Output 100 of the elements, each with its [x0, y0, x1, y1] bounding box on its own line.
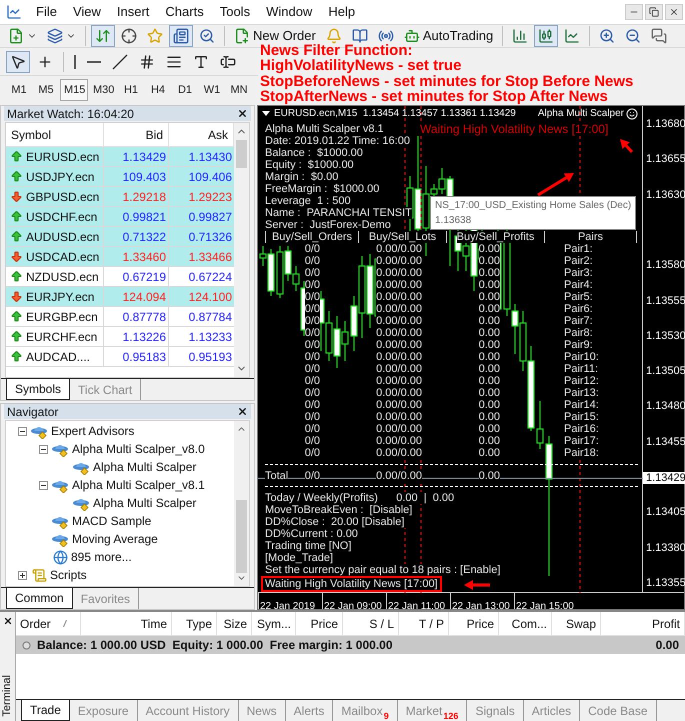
star-icon — [147, 28, 163, 44]
column-header[interactable]: Type — [172, 612, 217, 635]
tree-item[interactable]: Alpha Multi Scalper — [93, 494, 196, 512]
column-header[interactable]: Price — [296, 612, 343, 635]
menu-item[interactable]: Charts — [157, 2, 212, 22]
ask-price: 0.87784 — [188, 308, 232, 326]
column-header[interactable]: Profit — [601, 612, 685, 635]
menu-item[interactable]: Insert — [108, 2, 158, 22]
tree-item[interactable]: 895 more... — [71, 548, 132, 566]
scrollbar[interactable] — [234, 123, 249, 377]
minimize-button[interactable] — [625, 4, 643, 20]
symbol-row[interactable]: USDCHF.ecn 0.99821 0.99827 — [6, 207, 234, 227]
timeframe-button[interactable]: M15 — [60, 79, 88, 101]
symbol-row[interactable]: USDCAD.ecn 1.33460 1.33466 — [6, 247, 234, 267]
tab[interactable]: Trade — [21, 700, 70, 721]
table-cell: 0.00/0.00 — [376, 327, 422, 339]
menu-item[interactable]: Window — [258, 2, 320, 22]
column-header[interactable]: Price — [449, 612, 499, 635]
timeframe-button[interactable]: H4 — [145, 79, 171, 101]
symbol-name: AUDUSD.ecn — [26, 228, 100, 246]
symbol-row[interactable]: AUDCAD.... 0.95183 0.95193 — [6, 347, 234, 367]
tab[interactable]: Common — [6, 588, 73, 609]
menu-item[interactable]: View — [64, 2, 109, 22]
toolbar-button[interactable] — [6, 50, 30, 72]
current-price-label: 1.13429 — [643, 472, 685, 484]
table-cell: 0.00 — [478, 339, 500, 351]
ask-price: 1.13233 — [188, 328, 232, 346]
column-header: Buy/Sell_Orders — [272, 231, 352, 243]
tree-item[interactable]: Alpha Multi Scalper_v8.0 — [72, 440, 205, 458]
column-header[interactable]: Time — [81, 612, 172, 635]
ask-price: 1.13430 — [188, 148, 232, 166]
tree-item[interactable]: MACD Sample — [72, 512, 152, 530]
close-icon[interactable] — [237, 108, 248, 119]
tree-item[interactable]: Alpha Multi Scalper — [93, 458, 196, 476]
collapse-toggle[interactable] — [39, 480, 48, 490]
column-header[interactable]: T / P — [399, 612, 449, 635]
column-header[interactable]: Swap — [552, 612, 601, 635]
column-header[interactable]: Size — [217, 612, 252, 635]
table-cell: Pair6: — [564, 303, 593, 315]
table-cell: 0/0 — [304, 423, 320, 435]
timeframe-button[interactable]: H1 — [118, 79, 144, 101]
collapse-toggle[interactable] — [39, 444, 48, 454]
status-text: Set the currency pair equal to 18 pairs : [Enable] — [263, 564, 502, 576]
timeframe-button[interactable]: W1 — [199, 79, 225, 101]
expand-toggle[interactable] — [18, 570, 27, 580]
timeframe-button[interactable]: M1 — [6, 79, 32, 101]
collapse-toggle[interactable] — [18, 426, 27, 436]
tab[interactable]: Symbols — [6, 379, 70, 400]
restore-button[interactable] — [645, 4, 663, 20]
symbol-row[interactable]: EURGBP.ecn 0.87778 0.87784 — [6, 307, 234, 327]
symbol-row[interactable]: USDJPY.ecn 109.403 109.406 — [6, 167, 234, 187]
table-cell: 0.00/0.00 — [376, 339, 422, 351]
table-cell: 0.00/0.00 — [376, 411, 422, 423]
menu-item[interactable]: Help — [320, 2, 364, 22]
globe-icon — [53, 550, 68, 564]
timeframe-button[interactable]: D1 — [172, 79, 198, 101]
price-label: 1.13505 — [646, 365, 685, 378]
tree-item[interactable]: Scripts — [50, 566, 87, 584]
table-cell: 0.00/0.00 — [376, 387, 422, 399]
scrollbar-thumb[interactable] — [236, 500, 247, 573]
table-cell: 0.00 — [478, 315, 500, 327]
scrollbar[interactable] — [234, 421, 249, 586]
table-cell: 0.00/0.00 — [376, 399, 422, 411]
book-icon — [352, 28, 368, 44]
column-header[interactable]: Symbol — [6, 123, 104, 146]
symbol-name: USDJPY.ecn — [26, 168, 94, 186]
symbol-row[interactable]: EURCHF.ecn 1.13226 1.13233 — [6, 327, 234, 347]
table-cell: Pair13: — [564, 387, 599, 399]
menu-item[interactable]: Tools — [212, 2, 258, 22]
ask-price: 0.67224 — [188, 268, 232, 286]
column-header[interactable]: Order — [16, 612, 81, 635]
symbol-row[interactable]: EURUSD.ecn 1.13429 1.13430 — [6, 147, 234, 167]
symbol-row[interactable]: AUDUSD.ecn 0.71322 0.71326 — [6, 227, 234, 247]
ask-price: 1.29223 — [188, 188, 232, 206]
table-cell: Pair18: — [564, 447, 599, 459]
tree-item[interactable]: Alpha Multi Scalper_v8.1 — [72, 476, 205, 494]
symbol-row[interactable]: EURJPY.ecn 124.094 124.100 — [6, 287, 234, 307]
radio-icon — [378, 28, 394, 44]
table-cell: 0/0 — [304, 470, 320, 482]
close-icon[interactable] — [2, 616, 12, 626]
tree-item[interactable]: Expert Advisors — [51, 422, 134, 440]
close-icon[interactable] — [237, 406, 248, 417]
timeframe-button[interactable]: M5 — [33, 79, 59, 101]
menu-item[interactable]: File — [28, 2, 65, 22]
file-plus-icon — [8, 28, 24, 44]
column-header[interactable]: Sym... — [252, 612, 296, 635]
symbol-row[interactable]: NZDUSD.ecn 0.67219 0.67224 — [6, 267, 234, 287]
timeframe-button[interactable]: MN — [226, 79, 252, 101]
column-header[interactable]: Bid — [104, 123, 169, 146]
arrow — [464, 580, 490, 590]
line-chart-icon — [564, 28, 580, 44]
tree-item[interactable]: Moving Average — [72, 530, 158, 548]
symbol-row[interactable]: GBPUSD.ecn 1.29218 1.29223 — [6, 187, 234, 207]
column-header[interactable]: S / L — [343, 612, 399, 635]
column-header[interactable]: Com... — [499, 612, 552, 635]
horizontal-line-icon — [87, 60, 101, 62]
scrollbar-thumb[interactable] — [236, 140, 247, 168]
magnifier-icon — [199, 28, 215, 44]
timeframe-button[interactable]: M30 — [89, 79, 117, 101]
dropdown-triangle-icon[interactable] — [262, 111, 270, 116]
